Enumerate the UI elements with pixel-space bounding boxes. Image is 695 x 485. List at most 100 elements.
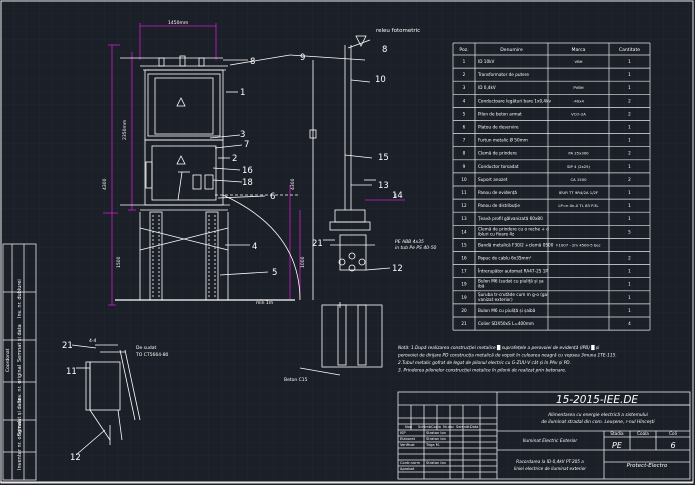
table-cell: Bulon M6 cu piuliță și șaibă [478, 308, 536, 313]
drawing-title-1: Racordarea la ID-0,4kV PT-205 a [516, 459, 584, 464]
dim-left-total: 4300 [102, 178, 108, 190]
table-cell: 11 [461, 190, 467, 195]
table-cell: 1 [628, 72, 631, 77]
header-label: releu fotometric [376, 28, 420, 34]
table-cell: PA 25x300 [568, 151, 589, 156]
table-cell: ID 0,4kV [478, 85, 496, 90]
callout-12: 12 [392, 264, 403, 274]
callout-21: 21 [62, 341, 73, 351]
callout-16: 16 [242, 166, 253, 176]
title-role: Contr.norm [400, 461, 421, 465]
dim-top: 1450mm [168, 20, 188, 26]
title-name: Stratan Ion [426, 437, 446, 441]
callout-2: 2 [232, 154, 237, 164]
table-cell: CA 1500 [570, 177, 587, 182]
table-cell: SIP 4 (2x25) [567, 164, 591, 169]
title-role: Elaborat [400, 437, 416, 441]
drawing-code: 15-2015-IEE.DE [556, 394, 638, 406]
description-2: de iluminat stradal din com. Leușene, r-… [541, 418, 655, 425]
table-cell: 5 [463, 111, 466, 116]
sheets-label: Coli [669, 431, 677, 436]
table-header-3: Cantitate [619, 47, 640, 53]
table-cell: 1 [628, 59, 631, 64]
table-cell: VCO-2A [571, 111, 586, 116]
stage-label: Stadia [610, 431, 624, 436]
table-cell: 2 [628, 98, 631, 103]
title-col-header: Schimb [418, 425, 432, 429]
table-cell: 1 [628, 308, 631, 313]
title-col-header: Nod [405, 425, 412, 429]
table-cell: 1 [628, 216, 631, 221]
callout-4: 4 [252, 242, 257, 252]
title-name: Stratan Ion [426, 431, 446, 435]
table-cell: 12 [461, 203, 467, 208]
table-cell: Pilon de beton armat [478, 111, 522, 116]
table-cell: 7 [463, 138, 466, 143]
table-cell: Panou de evidență [478, 190, 517, 195]
table-cell: 13 [461, 216, 467, 221]
company-name: Protect-Electro [627, 463, 668, 469]
strip-label: Inv. nr. dublurei [17, 279, 23, 318]
table-cell: 6 [463, 125, 466, 130]
table-cell: 5 [628, 229, 631, 234]
table-cell: Bulon M6 (sudat cu piuliță și șa [478, 279, 544, 284]
strip-label: Semnat și data [17, 398, 23, 436]
title-col-header: Nr.doc [443, 425, 454, 429]
callout-3: 3 [240, 130, 245, 140]
callout-8: 8 [250, 57, 255, 67]
table-cell: 1 [628, 164, 631, 169]
table-cell: 19 [461, 282, 467, 287]
cad-drawing-canvas[interactable]: Inventar nr. originalSemnat și dataInv. … [0, 0, 695, 485]
table-cell: 4 [463, 98, 466, 103]
table-cell: Țeavă profil gălvanizată 60x80 [477, 216, 543, 221]
callout-9: 9 [300, 53, 305, 63]
table-cell: 15 [461, 242, 467, 247]
table-cell: Papuc de cablu 6x35mm² [478, 256, 532, 261]
table-cell: 1 [628, 269, 631, 274]
table-cell: Conductor torsadat [478, 164, 519, 169]
callout-11: 11 [66, 367, 77, 377]
dim-left-lower: 1500 [116, 256, 122, 268]
sheet-label: Coala [637, 431, 649, 436]
title-role: Aprobat [400, 467, 415, 471]
table-cell: 1 [628, 138, 631, 143]
table-cell: Conductoare legături bare 1x0,4kv [478, 98, 552, 103]
table-cell: F1007 - 2m 4500-5 bec [556, 242, 600, 247]
section-ref: 4-4 [89, 338, 96, 344]
table-cell: 3 [463, 85, 466, 90]
table-cell: 14 [461, 229, 467, 234]
pe-cable-label-1: PE ABB 4x35 [395, 239, 424, 245]
table-cell: 2 [628, 177, 631, 182]
table-cell: -40x4 [573, 98, 584, 103]
dim-right-low: 1000 [300, 256, 306, 268]
table-cell: IEUR TT 9R4/2A 1/2F [559, 190, 598, 195]
title-role: Verificat [400, 443, 415, 447]
table-cell: 1 [628, 85, 631, 90]
tc-label-1: De sudat [136, 345, 156, 351]
note-line: perovoiei de dirijare PD construcția met… [397, 352, 617, 359]
table-cell: VBH [574, 59, 582, 64]
table-cell: Furtun metalic Ø 50mm [478, 138, 528, 143]
description-1: Alimentarea cu energie electrică a siste… [547, 412, 649, 418]
table-cell: 1 [628, 282, 631, 287]
dim-right-small: 4 [394, 193, 397, 199]
table-cell: 17 [461, 269, 467, 274]
table-cell: 21 [461, 321, 467, 326]
callout-21: 21 [312, 239, 323, 249]
table-cell: ibă [478, 284, 485, 289]
table-cell: Transformator de putere [477, 72, 529, 77]
table-cell: 2 [628, 256, 631, 261]
table-cell: 2 [628, 151, 631, 156]
table-cell: 9 [463, 164, 466, 169]
table-cell: 2 [463, 72, 466, 77]
note-line: Notă: 1.După realizarea construcției met… [398, 344, 600, 351]
table-header-0: Poz. [459, 47, 468, 53]
table-cell: 16 [461, 256, 467, 261]
table-cell: Întrerupător automat RA47-25 1P [478, 269, 548, 274]
table-cell: ibluri cu fixare 4z [478, 231, 515, 236]
dim-bottom: min 1m [256, 300, 273, 306]
table-cell: Clemă de prindere [478, 151, 517, 156]
title-col-header: Semnăt. [456, 425, 471, 429]
table-cell: ID 10kV [478, 59, 495, 64]
dim-right-height: 4300 [290, 178, 296, 190]
